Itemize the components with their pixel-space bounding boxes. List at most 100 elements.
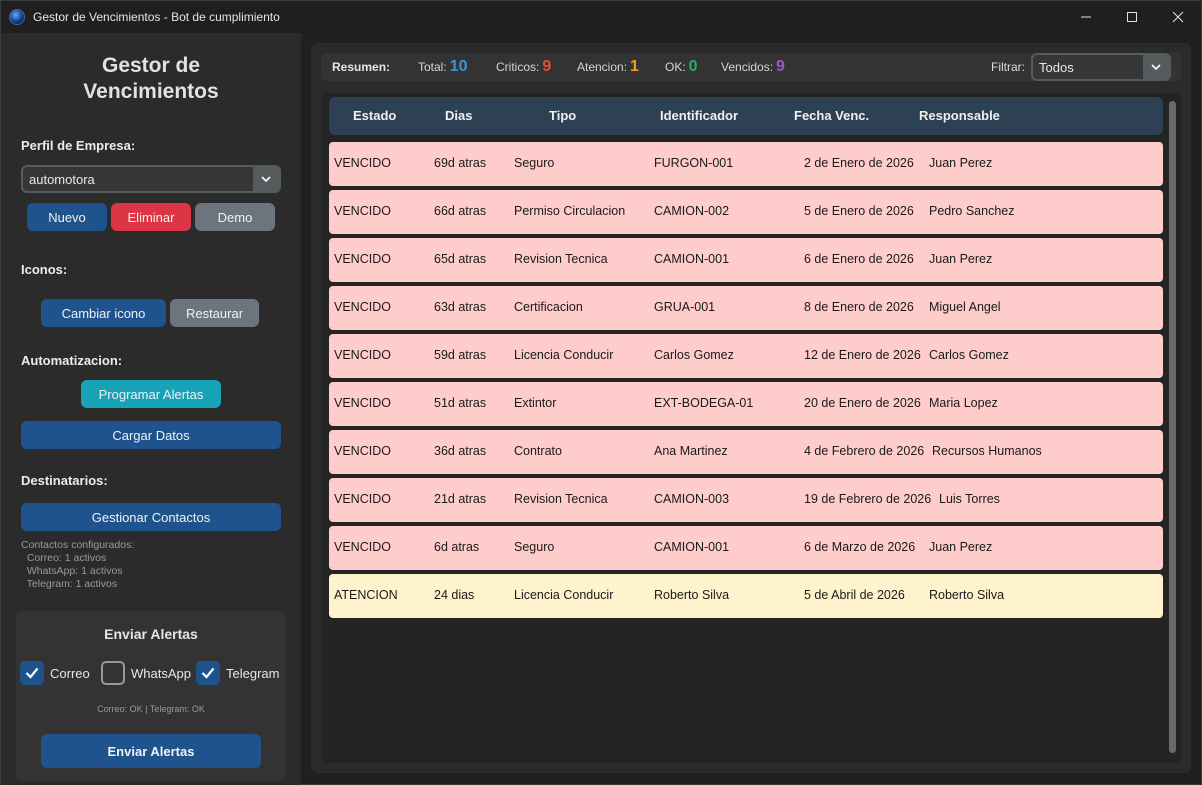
cell-fecha: 6 de Marzo de 2026 — [804, 540, 916, 554]
cell-estado: VENCIDO — [334, 252, 391, 266]
cell-id: CAMION-001 — [654, 252, 730, 266]
load-data-button[interactable]: Cargar Datos — [21, 421, 281, 449]
summary-bar: Resumen: Total: 10 Criticos: 9 Atencion:… — [321, 53, 1181, 81]
maximize-button[interactable] — [1109, 1, 1155, 33]
icons-label: Iconos: — [21, 262, 68, 277]
cell-fecha: 5 de Enero de 2026 — [804, 204, 914, 218]
minimize-button[interactable] — [1063, 1, 1109, 33]
cell-fecha: 5 de Abril de 2026 — [804, 588, 905, 602]
email-checkbox[interactable]: Correo — [20, 661, 90, 685]
column-header-fecha[interactable]: Fecha Venc. — [794, 108, 869, 123]
cell-tipo: Certificacion — [514, 300, 583, 314]
summary-ok-label: OK: — [665, 60, 686, 74]
table-row[interactable]: VENCIDO 59d atras Licencia Conducir Carlos … — [329, 334, 1163, 378]
close-button[interactable] — [1155, 1, 1201, 33]
cell-dias: 24 dias — [434, 588, 475, 602]
cell-dias: 21d atras — [434, 492, 487, 506]
summary-total-value: 10 — [449, 58, 468, 75]
chevron-down-icon — [253, 167, 279, 191]
cell-id: CAMION-003 — [654, 492, 730, 506]
summary-attention-value: 1 — [630, 58, 639, 75]
cell-id: CAMION-002 — [654, 204, 730, 218]
cell-estado: VENCIDO — [334, 204, 391, 218]
column-header-responsable[interactable]: Responsable — [919, 108, 1000, 123]
contacts-info: Contactos configurados: Correo: 1 activo… — [21, 539, 135, 590]
telegram-checkbox-label: Telegram — [226, 665, 280, 681]
window-controls — [1063, 1, 1201, 33]
cell-dias: 6d atras — [434, 540, 480, 554]
telegram-checkbox[interactable]: Telegram — [196, 661, 279, 685]
whatsapp-checkbox[interactable]: WhatsApp — [101, 661, 191, 685]
summary-critical-label: Criticos: — [496, 60, 540, 74]
cell-fecha: 4 de Febrero de 2026 — [804, 444, 925, 458]
change-icon-button[interactable]: Cambiar icono — [41, 299, 166, 327]
expirations-table: Estado Dias Tipo Identificador Fecha Ven… — [321, 93, 1181, 763]
table-header: Estado Dias Tipo Identificador Fecha Ven… — [329, 97, 1163, 135]
checkmark-icon — [201, 667, 215, 679]
cell-estado: ATENCION — [334, 588, 398, 602]
main-panel: Resumen: Total: 10 Criticos: 9 Atencion:… — [311, 43, 1191, 773]
cell-tipo: Licencia Conducir — [514, 348, 614, 362]
column-header-tipo[interactable]: Tipo — [549, 108, 576, 123]
new-profile-button[interactable]: Nuevo — [27, 203, 107, 231]
delete-profile-button[interactable]: Eliminar — [111, 203, 191, 231]
summary-attention-label: Atencion: — [577, 60, 628, 74]
cell-resp: Luis Torres — [939, 492, 1000, 506]
cell-dias: 51d atras — [434, 396, 487, 410]
cell-dias: 59d atras — [434, 348, 487, 362]
schedule-alerts-button[interactable]: Programar Alertas — [81, 380, 221, 408]
cell-id: Carlos Gomez — [654, 348, 734, 362]
summary-total-label: Total: — [418, 60, 447, 74]
cell-tipo: Revision Tecnica — [514, 252, 608, 266]
table-row[interactable]: VENCIDO 63d atras Certificacion GRUA-001 8 d… — [329, 286, 1163, 330]
send-panel-title: Enviar Alertas — [104, 626, 198, 642]
summary-critical: Criticos: 9 — [496, 58, 551, 76]
minimize-icon — [1081, 16, 1091, 18]
close-icon — [1172, 11, 1184, 23]
cell-dias: 65d atras — [434, 252, 487, 266]
send-alerts-button[interactable]: Enviar Alertas — [41, 734, 261, 768]
app-window: Gestor de Vencimientos - Bot de cumplimi… — [0, 0, 1202, 785]
table-row[interactable]: ATENCION 24 dias Licencia Conducir Roberto … — [329, 574, 1163, 618]
table-row[interactable]: VENCIDO 66d atras Permiso Circulacion CAMIO… — [329, 190, 1163, 234]
cell-fecha: 6 de Enero de 2026 — [804, 252, 914, 266]
chevron-down-icon — [1143, 55, 1169, 79]
cell-resp: Recursos Humanos — [932, 444, 1042, 458]
send-status-text: Correo: OK | Telegram: OK — [97, 704, 205, 714]
restore-icon-button[interactable]: Restaurar — [170, 299, 259, 327]
table-scrollbar[interactable] — [1169, 101, 1176, 753]
manage-contacts-button[interactable]: Gestionar Contactos — [21, 503, 281, 531]
cell-resp: Miguel Angel — [929, 300, 1001, 314]
table-row[interactable]: VENCIDO 65d atras Revision Tecnica CAMION-0… — [329, 238, 1163, 282]
cell-resp: Juan Perez — [929, 252, 993, 266]
column-header-identificador[interactable]: Identificador — [660, 108, 738, 123]
cell-fecha: 19 de Febrero de 2026 — [804, 492, 932, 506]
cell-dias: 69d atras — [434, 156, 487, 170]
column-header-estado[interactable]: Estado — [353, 108, 396, 123]
demo-button[interactable]: Demo — [195, 203, 275, 231]
filter-label: Filtrar: — [991, 60, 1025, 74]
cell-id: GRUA-001 — [654, 300, 716, 314]
cell-resp: Carlos Gomez — [929, 348, 1009, 362]
profile-select[interactable]: automotora — [21, 165, 281, 193]
cell-fecha: 20 de Enero de 2026 — [804, 396, 921, 410]
table-row[interactable]: VENCIDO 21d atras Revision Tecnica CAMION-0… — [329, 478, 1163, 522]
column-header-dias[interactable]: Dias — [445, 108, 472, 123]
whatsapp-checkbox-label: WhatsApp — [131, 665, 191, 681]
checkbox-box — [196, 661, 220, 685]
cell-dias: 36d atras — [434, 444, 487, 458]
maximize-icon — [1127, 12, 1137, 22]
cell-tipo: Licencia Conducir — [514, 588, 614, 602]
summary-attention: Atencion: 1 — [577, 58, 639, 76]
window-title: Gestor de Vencimientos - Bot de cumplimi… — [33, 10, 280, 24]
profile-label: Perfil de Empresa: — [21, 138, 136, 153]
table-row[interactable]: VENCIDO 6d atras Seguro CAMION-001 6 de Marz… — [329, 526, 1163, 570]
table-row[interactable]: VENCIDO 51d atras Extintor EXT-BODEGA-01 20 … — [329, 382, 1163, 426]
summary-ok-value: 0 — [688, 58, 698, 75]
table-row[interactable]: VENCIDO 69d atras Seguro FURGON-001 2 de Ene… — [329, 142, 1163, 186]
send-alerts-panel: Enviar Alertas Correo WhatsApp Telegram … — [16, 611, 286, 781]
cell-tipo: Seguro — [514, 540, 555, 554]
filter-select[interactable]: Todos — [1031, 53, 1171, 81]
table-row[interactable]: VENCIDO 36d atras Contrato Ana Martinez 4 de… — [329, 430, 1163, 474]
cell-dias: 63d atras — [434, 300, 487, 314]
